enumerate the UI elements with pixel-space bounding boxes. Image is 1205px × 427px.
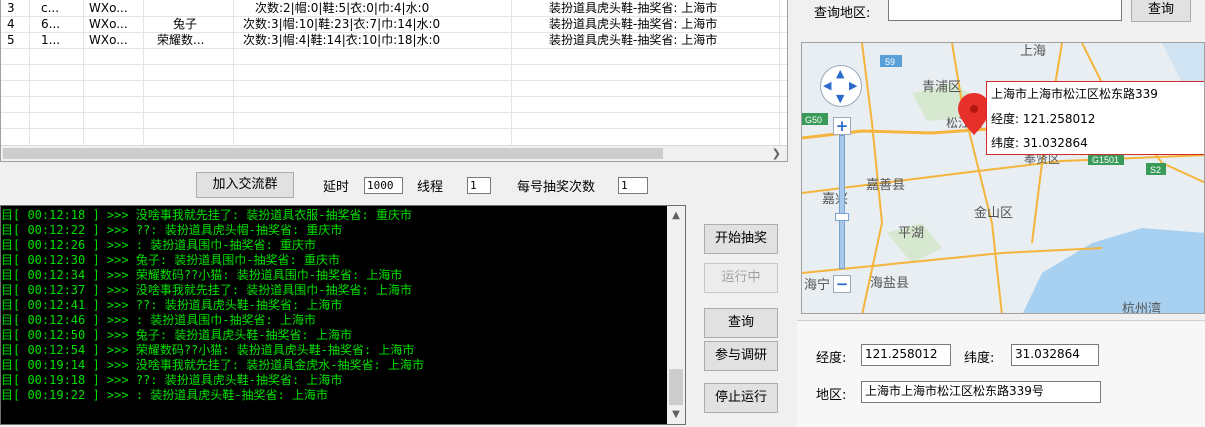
- threads-label: 线程: [417, 180, 444, 195]
- row-col1: 6...: [41, 17, 61, 31]
- row-divider: [1, 64, 787, 65]
- scroll-right-icon[interactable]: ❯: [772, 146, 781, 161]
- road-badge-label: 59: [885, 57, 895, 67]
- area-field[interactable]: 上海市上海市松江区松东路339号: [861, 381, 1101, 403]
- query-region-label: 查询地区:: [814, 6, 871, 21]
- table-row[interactable]: 4 6... WXo... 兔子 次数:3|帽:10|鞋:23|衣:7|巾:14…: [1, 16, 787, 32]
- road-badge-label: S2: [1150, 165, 1161, 175]
- log-line: 目[ 00:19:14 ] >>> 没啥事我就先挂了: 装扮道具金虎水-抽奖省:…: [1, 358, 424, 372]
- map-place-label: 平湖: [898, 226, 924, 241]
- zoom-slider-track[interactable]: [839, 135, 845, 269]
- road-badge-label: G1501: [1092, 155, 1119, 165]
- popup-latitude: 纬度: 31.032864: [991, 136, 1088, 150]
- table-row[interactable]: 5 1... WXo... 荣耀数... 次数:3|帽:4|鞋:14|衣:10|…: [1, 32, 787, 48]
- location-info-popup: 上海市上海市松江区松东路339 经度: 121.258012 纬度: 31.03…: [986, 81, 1204, 155]
- row-nickname: 荣耀数...: [157, 33, 205, 47]
- log-line: 目[ 00:12:46 ] >>> : 装扮道具围巾-抽奖省: 上海市: [1, 313, 316, 327]
- log-line: 目[ 00:12:30 ] >>> 兔子: 装扮道具围巾-抽奖省: 重庆市: [1, 253, 340, 267]
- map-place-label: 杭州湾: [1122, 301, 1161, 314]
- area-label: 地区:: [816, 388, 847, 403]
- zoom-in-button[interactable]: +: [833, 117, 851, 135]
- log-scrollbar[interactable]: ▲ ▼: [667, 206, 685, 424]
- stop-button[interactable]: 停止运行: [704, 383, 778, 413]
- latitude-label: 纬度:: [964, 351, 995, 366]
- row-col1: 1...: [41, 33, 61, 47]
- row-log: 装扮道具虎头鞋-抽奖省: 上海市: [549, 1, 718, 15]
- map-place-label: 金山区: [974, 205, 1013, 221]
- row-nickname: 兔子: [173, 17, 198, 31]
- log-line: 目[ 00:12:37 ] >>> 没啥事我就先挂了: 装扮道具围巾-抽奖省: …: [1, 283, 412, 297]
- log-line: 目[ 00:12:18 ] >>> 没啥事我就先挂了: 装扮道具衣服-抽奖省: …: [1, 208, 412, 222]
- row-divider: [1, 112, 787, 113]
- pan-right-icon[interactable]: ▶: [849, 79, 857, 92]
- account-table: 3 c... WXo... 次数:2|帽:0|鞋:5|衣:0|巾:4|水:0 装…: [0, 0, 788, 162]
- map-pan-control[interactable]: ▲ ▼ ◀ ▶: [820, 65, 862, 107]
- row-col2: WXo...: [89, 1, 128, 15]
- query-region-input[interactable]: [888, 0, 1122, 21]
- row-log: 装扮道具虎头鞋-抽奖省: 上海市: [549, 17, 718, 31]
- row-stats: 次数:3|帽:4|鞋:14|衣:10|巾:18|水:0: [243, 33, 441, 47]
- threads-input[interactable]: 1: [467, 177, 491, 194]
- horizontal-scrollbar[interactable]: ❯: [1, 145, 787, 161]
- pan-up-icon[interactable]: ▲: [836, 67, 844, 80]
- row-id: 5: [7, 33, 15, 47]
- popup-longitude: 经度: 121.258012: [991, 112, 1096, 126]
- log-line: 目[ 00:12:41 ] >>> ??: 装扮道具虎头鞋-抽奖省: 上海市: [1, 298, 343, 312]
- log-console[interactable]: 目[ 00:12:18 ] >>> 没啥事我就先挂了: 装扮道具衣服-抽奖省: …: [0, 205, 686, 425]
- row-stats: 次数:3|帽:10|鞋:23|衣:7|巾:14|水:0: [243, 17, 441, 31]
- table-row[interactable]: 3 c... WXo... 次数:2|帽:0|鞋:5|衣:0|巾:4|水:0 装…: [1, 0, 787, 16]
- log-line: 目[ 00:19:18 ] >>> ??: 装扮道具虎头鞋-抽奖省: 上海市: [1, 373, 343, 387]
- latitude-field[interactable]: 31.032864: [1011, 344, 1099, 366]
- longitude-label: 经度:: [816, 351, 847, 366]
- survey-button[interactable]: 参与调研: [704, 341, 778, 371]
- row-divider: [1, 128, 787, 129]
- delay-label: 延时: [323, 180, 350, 195]
- per-account-input[interactable]: 1: [618, 177, 648, 194]
- per-account-label: 每号抽奖次数: [517, 180, 596, 195]
- join-group-button[interactable]: 加入交流群: [196, 172, 294, 198]
- region-query-button[interactable]: 查询: [1131, 0, 1191, 22]
- longitude-field[interactable]: 121.258012: [861, 344, 951, 366]
- zoom-slider-thumb[interactable]: [835, 213, 849, 221]
- row-log: 装扮道具虎头鞋-抽奖省: 上海市: [549, 33, 718, 47]
- map-place-label: 青浦区: [922, 80, 961, 95]
- row-col2: WXo...: [89, 17, 128, 31]
- row-divider: [1, 80, 787, 81]
- row-id: 4: [7, 17, 15, 31]
- start-draw-button[interactable]: 开始抽奖: [704, 224, 778, 254]
- map-place-label: 海宁: [804, 277, 830, 293]
- marker-dot: [970, 105, 978, 113]
- scroll-down-icon[interactable]: ▼: [667, 409, 685, 420]
- row-stats: 次数:2|帽:0|鞋:5|衣:0|巾:4|水:0: [255, 1, 430, 15]
- map-view[interactable]: 59 G50 G1501 S2 上海 青浦区 松江区 奉贤区 嘉善县 嘉兴 金山…: [801, 42, 1205, 314]
- log-line: 目[ 00:12:26 ] >>> : 装扮道具围巾-抽奖省: 重庆市: [1, 238, 316, 252]
- delay-input[interactable]: 1000: [364, 177, 403, 194]
- row-id: 3: [7, 1, 15, 15]
- log-line: 目[ 00:12:54 ] >>> 荣耀数码??小猫: 装扮道具虎头鞋-抽奖省:…: [1, 343, 415, 357]
- scrollbar-thumb[interactable]: [3, 148, 663, 159]
- map-place-label: 海盐县: [870, 276, 909, 291]
- scrollbar-thumb[interactable]: [669, 369, 683, 405]
- popup-address: 上海市上海市松江区松东路339: [991, 87, 1158, 101]
- zoom-out-button[interactable]: −: [833, 275, 851, 293]
- road-badge-label: G50: [805, 115, 822, 125]
- row-divider: [1, 48, 787, 49]
- log-line: 目[ 00:12:34 ] >>> 荣耀数码??小猫: 装扮道具围巾-抽奖省: …: [1, 268, 403, 282]
- log-line: 目[ 00:12:50 ] >>> 兔子: 装扮道具虎头鞋-抽奖省: 上海市: [1, 328, 352, 342]
- row-divider: [1, 96, 787, 97]
- map-place-label: 上海: [1020, 44, 1046, 59]
- running-button[interactable]: 运行中: [704, 263, 778, 293]
- query-button[interactable]: 查询: [704, 308, 778, 338]
- log-line: 目[ 00:12:22 ] >>> ??: 装扮道具虎头帽-抽奖省: 重庆市: [1, 223, 343, 237]
- log-line: 目[ 00:19:22 ] >>> : 装扮道具虎头鞋-抽奖省: 上海市: [1, 388, 328, 402]
- map-place-label: 嘉善县: [866, 177, 905, 193]
- scroll-up-icon[interactable]: ▲: [667, 210, 685, 221]
- row-col1: c...: [41, 1, 60, 15]
- pan-down-icon[interactable]: ▼: [836, 92, 844, 105]
- pan-left-icon[interactable]: ◀: [823, 79, 831, 92]
- coordinate-panel: [797, 320, 1205, 427]
- row-col2: WXo...: [89, 33, 128, 47]
